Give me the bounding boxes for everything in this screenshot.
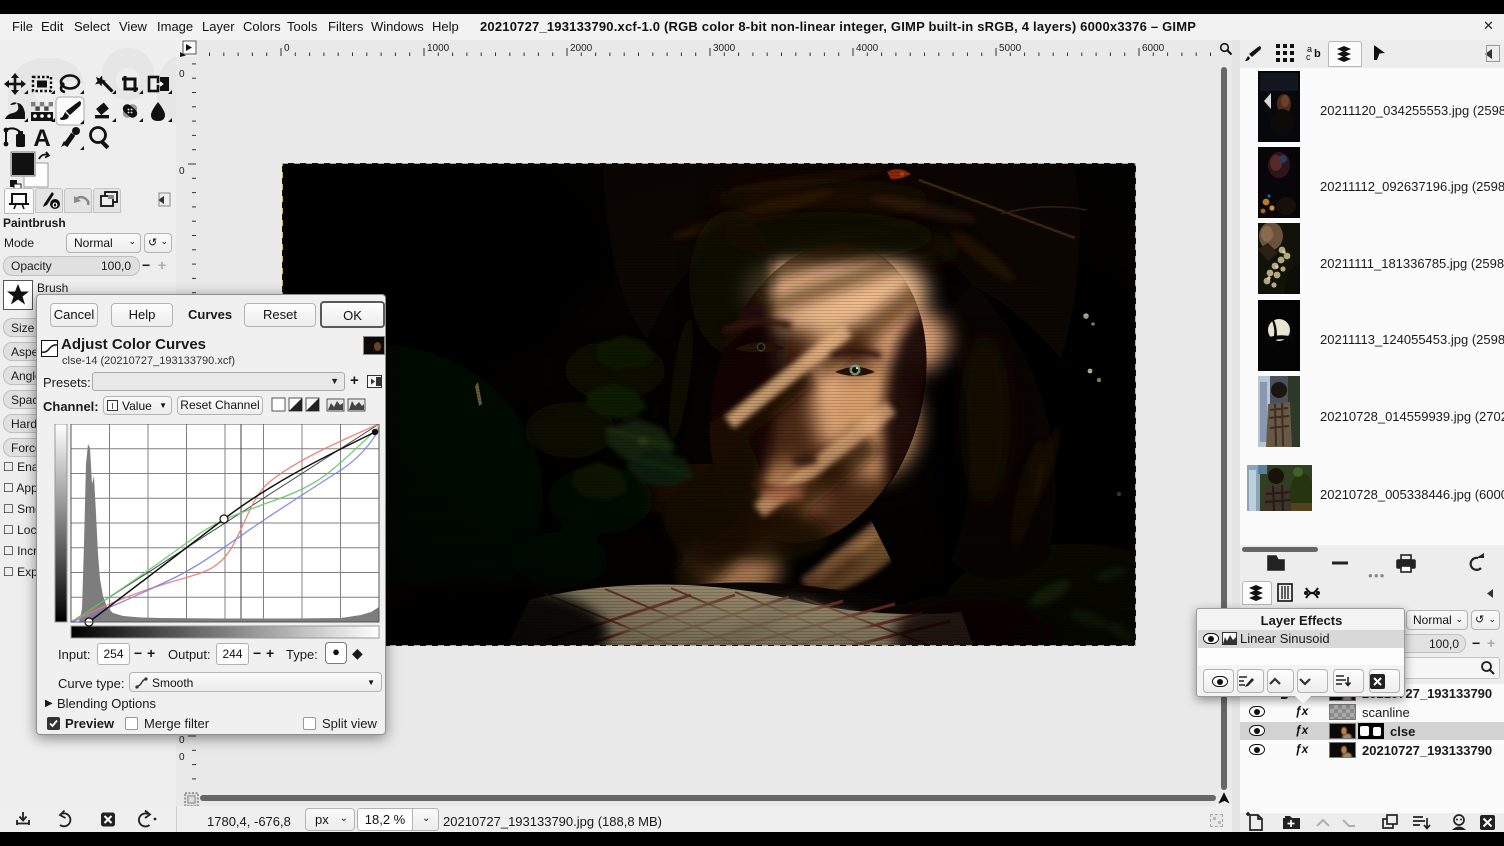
svg-text:0: 0 bbox=[179, 69, 185, 80]
svg-text:0: 0 bbox=[284, 43, 290, 54]
svg-text:0: 0 bbox=[179, 735, 185, 746]
svg-text:o: o bbox=[52, 200, 58, 210]
svg-text:5000: 5000 bbox=[999, 43, 1022, 54]
svg-text:A: A bbox=[33, 125, 50, 152]
svg-text:6000: 6000 bbox=[1142, 43, 1165, 54]
svg-text:4000: 4000 bbox=[856, 43, 879, 54]
svg-text:0: 0 bbox=[179, 166, 185, 177]
svg-text:2000: 2000 bbox=[570, 43, 593, 54]
svg-text:1000: 1000 bbox=[427, 43, 450, 54]
svg-text:0: 0 bbox=[179, 752, 185, 763]
svg-text:3000: 3000 bbox=[713, 43, 736, 54]
svg-text:c: c bbox=[1306, 52, 1311, 62]
svg-text:b: b bbox=[1314, 48, 1321, 60]
